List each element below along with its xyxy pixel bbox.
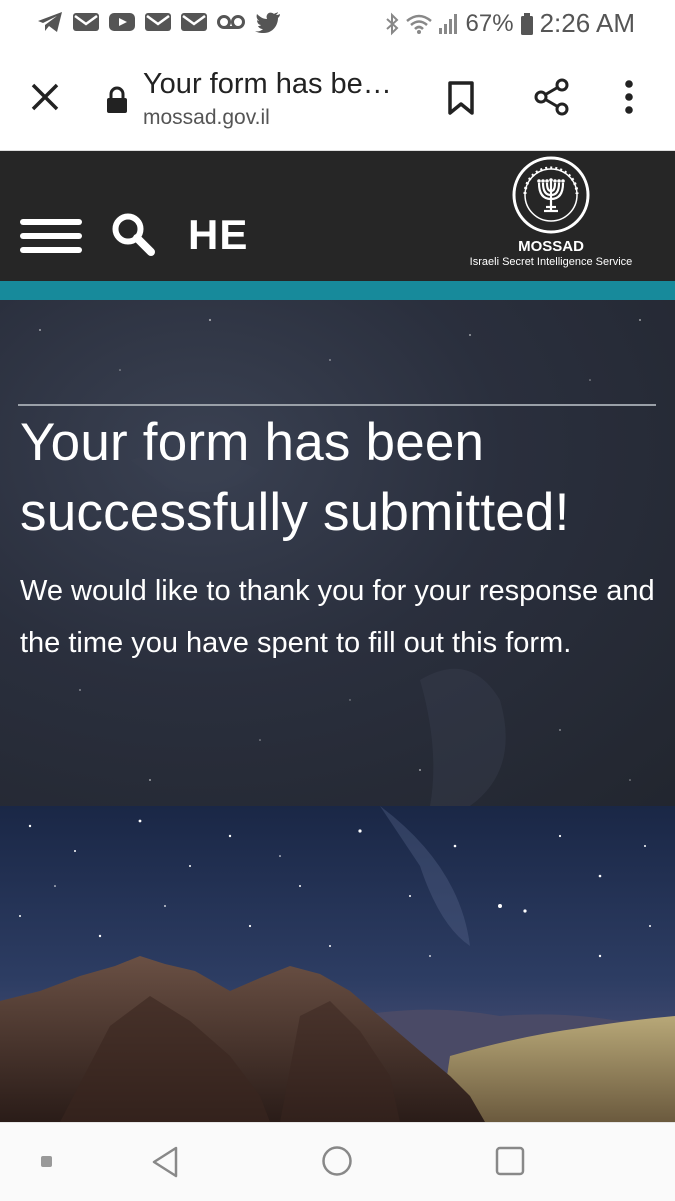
accent-stripe (0, 281, 675, 300)
search-icon[interactable] (110, 211, 156, 257)
browser-toolbar: Your form has be… mossad.gov.il (0, 46, 675, 151)
heading-line-1: Your form has been (20, 413, 485, 472)
confirmation-heading: Your form has been successfully submitte… (20, 408, 660, 548)
site-header: HE MOSSAD Israeli Secret Intelligence Se… (0, 151, 675, 281)
mossad-logo[interactable]: MOSSAD Israeli Secret Intelligence Servi… (462, 155, 642, 277)
heading-line-2: successfully submitted! (20, 483, 570, 542)
confirmation-panel: Your form has been successfully submitte… (0, 300, 675, 806)
hamburger-menu-icon[interactable] (20, 218, 82, 254)
night-sky-mountains-image (0, 806, 675, 1122)
notification-icons (36, 10, 282, 34)
voicemail-icon (217, 15, 245, 29)
divider (18, 404, 656, 406)
mossad-emblem-icon (512, 156, 590, 234)
page-title: Your form has be… (143, 68, 392, 100)
language-toggle[interactable]: HE (188, 211, 248, 259)
landscape-illustration (0, 806, 675, 1122)
system-indicators: 67% 2:26 AM (384, 8, 635, 39)
battery-percent: 67% (465, 9, 514, 37)
status-bar: 67% 2:26 AM (0, 0, 675, 46)
wifi-icon (405, 14, 432, 34)
lock-icon (107, 86, 127, 113)
battery-icon (520, 12, 533, 35)
android-nav-bar (0, 1122, 675, 1201)
youtube-icon (109, 13, 135, 31)
mail-icon (181, 13, 207, 31)
mail-icon (73, 13, 99, 31)
recents-dot-icon[interactable] (40, 1155, 54, 1169)
starfield-background (39, 318, 641, 806)
telegram-icon (38, 12, 62, 32)
logo-tagline: Israeli Secret Intelligence Service (469, 256, 633, 268)
overview-icon[interactable] (495, 1146, 525, 1176)
bookmark-icon[interactable] (446, 80, 476, 116)
logo-name: MOSSAD (518, 238, 584, 255)
page-url[interactable]: mossad.gov.il (143, 106, 270, 130)
signal-icon (438, 13, 457, 34)
confirmation-message: We would like to thank you for your resp… (20, 575, 655, 659)
clock: 2:26 AM (539, 8, 635, 38)
share-icon[interactable] (533, 78, 571, 116)
back-icon[interactable] (150, 1145, 180, 1179)
bluetooth-icon (385, 12, 398, 35)
more-options-icon[interactable] (623, 80, 635, 114)
close-icon[interactable] (30, 82, 60, 112)
home-icon[interactable] (321, 1145, 353, 1177)
twitter-icon (255, 12, 280, 33)
mail-icon (145, 13, 171, 31)
